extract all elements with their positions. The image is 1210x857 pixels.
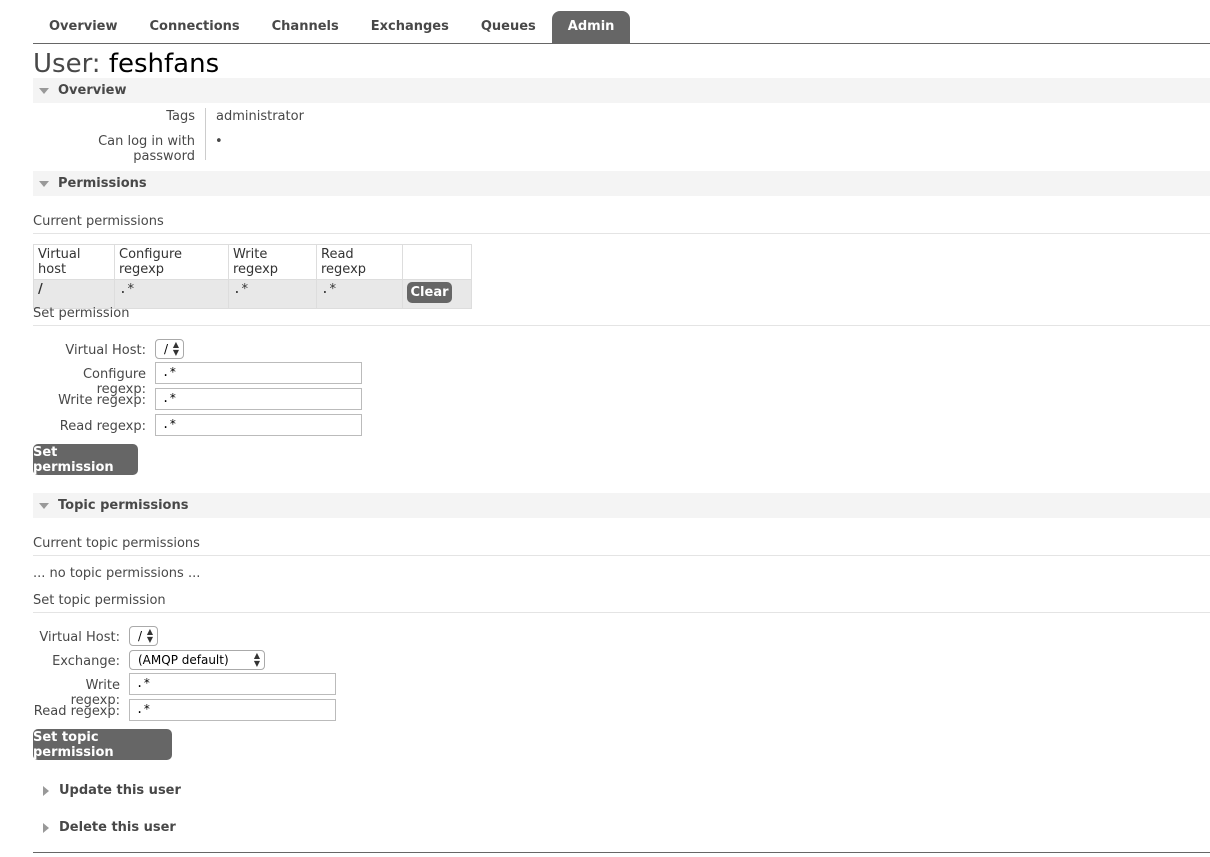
tab-overview[interactable]: Overview [33,11,134,43]
perm-write-label: Write regexp: [58,393,146,408]
tab-admin[interactable]: Admin [551,11,631,43]
tab-connections[interactable]: Connections [134,11,256,43]
tab-exchanges[interactable]: Exchanges [355,11,465,43]
collapse-triangle-icon [39,87,49,94]
column-header-read-regexp: Read regexp [316,244,403,280]
topic-read-label: Read regexp: [33,704,120,719]
section-update-user-title: Update this user [59,783,181,798]
cell-read: .* [316,279,403,309]
section-update-user-header[interactable]: Update this user [33,778,1210,803]
perm-vhost-select[interactable]: / ▲ ▼ [155,339,184,359]
page-title: User: feshfans [33,47,219,81]
select-arrows-icon: ▲ ▼ [146,627,153,644]
section-overview-title: Overview [58,83,127,98]
set-topic-permission-heading: Set topic permission [33,593,1210,613]
table-row: / .* .* .* Clear [33,279,472,309]
no-topic-permissions-text: ... no topic permissions ... [33,566,201,581]
can-login-value: • [215,134,223,149]
page-title-prefix: User: [33,49,101,79]
topic-exchange-select[interactable]: (AMQP default) ▲ ▼ [129,650,265,670]
set-permission-heading: Set permission [33,306,1210,326]
section-delete-user-header[interactable]: Delete this user [33,815,1210,840]
column-header-action [402,244,472,280]
perm-vhost-selected: / [164,342,169,356]
current-topic-permissions-heading: Current topic permissions [33,536,1210,556]
select-arrows-icon: ▲ ▼ [253,651,260,668]
section-overview-header[interactable]: Overview [33,78,1210,103]
cell-vhost: / [33,279,115,309]
tab-channels[interactable]: Channels [256,11,355,43]
tags-label: Tags [166,109,195,124]
table-header-row: Virtual host Configure regexp Write rege… [33,244,472,280]
tab-queues[interactable]: Queues [465,11,552,43]
topic-write-input[interactable]: .* [129,673,336,695]
collapse-triangle-icon [39,180,49,187]
page-title-username: feshfans [108,49,220,79]
expand-triangle-icon [43,822,49,833]
cell-configure: .* [114,279,229,309]
column-header-write-regexp: Write regexp [228,244,317,280]
topic-exchange-label: Exchange: [52,654,120,669]
section-permissions-header[interactable]: Permissions [33,171,1210,196]
perm-vhost-label: Virtual Host: [65,343,146,358]
perm-write-input[interactable]: .* [155,388,362,410]
collapse-triangle-icon [39,502,49,509]
section-permissions-title: Permissions [58,176,147,191]
permissions-table: Virtual host Configure regexp Write rege… [33,244,472,309]
perm-read-label: Read regexp: [59,419,146,434]
cell-action: Clear [402,279,472,309]
expand-triangle-icon [43,785,49,796]
clear-permission-button[interactable]: Clear [407,282,452,303]
topic-exchange-selected: (AMQP default) [138,653,229,667]
overview-divider [205,108,206,160]
select-arrows-icon: ▲ ▼ [172,340,179,357]
perm-configure-input[interactable]: .* [155,362,362,384]
topic-vhost-selected: / [138,629,143,643]
topic-vhost-label: Virtual Host: [39,630,120,645]
section-topic-permissions-header[interactable]: Topic permissions [33,493,1210,518]
section-delete-user-title: Delete this user [59,820,176,835]
footer-divider [33,852,1210,853]
perm-read-input[interactable]: .* [155,414,362,436]
topic-read-input[interactable]: .* [129,699,336,721]
set-topic-permission-button[interactable]: Set topic permission [33,729,172,760]
set-permission-button[interactable]: Set permission [33,444,138,475]
cell-write: .* [228,279,317,309]
can-login-label: Can log in with password [98,134,195,164]
column-header-configure-regexp: Configure regexp [114,244,229,280]
column-header-virtual-host: Virtual host [33,244,115,280]
topic-vhost-select[interactable]: / ▲ ▼ [129,626,158,646]
tags-value: administrator [216,109,304,124]
main-nav-tabs: Overview Connections Channels Exchanges … [33,11,1210,44]
section-topic-permissions-title: Topic permissions [58,498,189,513]
current-permissions-heading: Current permissions [33,214,1210,234]
